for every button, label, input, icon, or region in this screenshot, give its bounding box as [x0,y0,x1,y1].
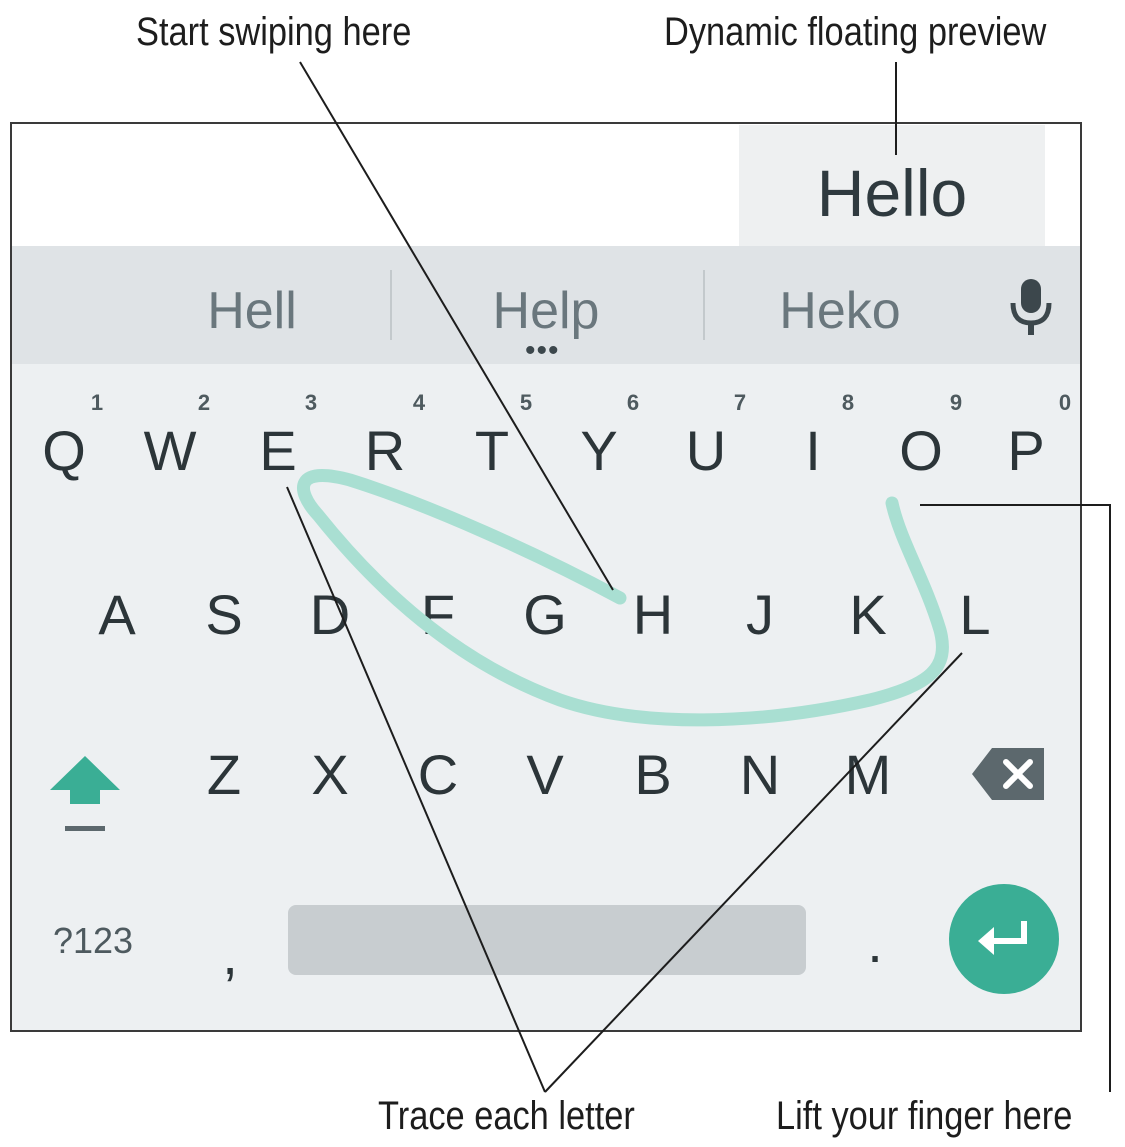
key-n[interactable]: N [715,742,805,807]
shift-arrow-icon[interactable] [46,752,124,840]
key-r[interactable]: R [340,418,430,483]
key-hint-4: 4 [412,390,426,415]
key-m[interactable]: M [823,742,913,807]
microphone-icon[interactable] [1005,277,1057,339]
key-hint-7: 7 [733,390,747,415]
backspace-icon[interactable] [970,746,1048,802]
key-z[interactable]: Z [179,742,269,807]
key-y[interactable]: Y [554,418,644,483]
key-hint-0: 0 [1058,390,1072,415]
key-q[interactable]: Q [19,418,109,483]
key-s[interactable]: S [179,582,269,647]
suggestion-1[interactable]: Hell [102,281,402,341]
preview-word: Hello [816,156,968,230]
enter-key[interactable] [949,884,1059,994]
suggestion-3[interactable]: Heko [690,281,990,341]
callout-lift-finger: Lift your finger here [776,1094,1073,1138]
key-d[interactable]: D [285,582,375,647]
key-h[interactable]: H [608,582,698,647]
key-b[interactable]: B [608,742,698,807]
callout-start-swiping: Start swiping here [136,10,412,54]
key-hint-3: 3 [304,390,318,415]
key-k[interactable]: K [823,582,913,647]
period-key[interactable]: . [845,910,905,975]
key-e[interactable]: E [233,418,323,483]
key-l[interactable]: L [930,582,1020,647]
key-hint-5: 5 [519,390,533,415]
key-u[interactable]: U [661,418,751,483]
more-suggestions-indicator[interactable]: ••• [525,336,560,366]
space-bar[interactable] [288,905,806,975]
key-hint-8: 8 [841,390,855,415]
enter-return-icon [978,921,1027,955]
key-x[interactable]: X [285,742,375,807]
key-o[interactable]: O [876,418,966,483]
callout-trace-letters: Trace each letter [378,1094,635,1138]
key-g[interactable]: G [500,582,590,647]
key-a[interactable]: A [72,582,162,647]
callout-floating-preview: Dynamic floating preview [664,10,1047,54]
key-i[interactable]: I [768,418,858,483]
comma-key[interactable]: , [200,922,260,987]
key-p[interactable]: P [981,418,1071,483]
key-c[interactable]: C [393,742,483,807]
key-hint-6: 6 [626,390,640,415]
key-j[interactable]: J [715,582,805,647]
symbols-key[interactable]: ?123 [38,920,148,962]
key-hint-9: 9 [949,390,963,415]
suggestion-2[interactable]: Help [396,281,696,341]
key-hint-2: 2 [197,390,211,415]
key-f[interactable]: F [393,582,483,647]
key-t[interactable]: T [447,418,537,483]
key-v[interactable]: V [500,742,590,807]
key-hint-1: 1 [90,390,104,415]
suggestion-divider [390,270,392,340]
key-w[interactable]: W [125,418,215,483]
